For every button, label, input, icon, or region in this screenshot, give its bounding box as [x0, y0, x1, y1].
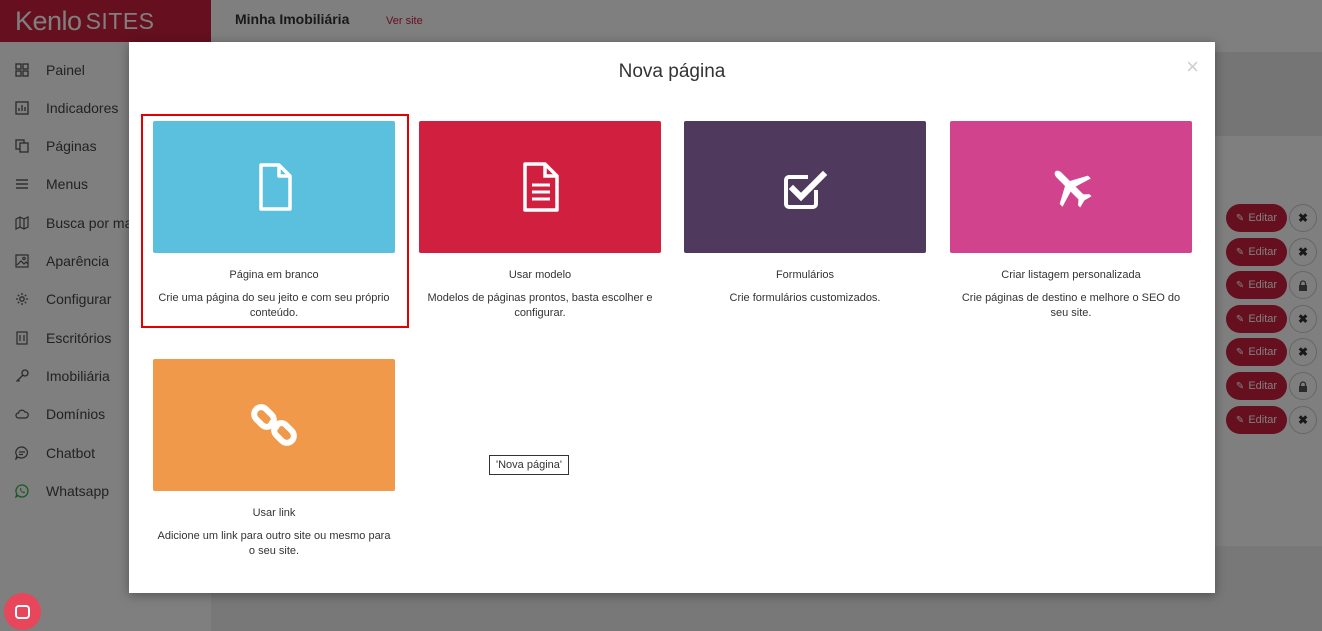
support-chat-button[interactable] — [4, 593, 41, 630]
option-use-template[interactable]: Usar modelo Modelos de páginas prontos, … — [419, 121, 661, 321]
checkbox-icon — [784, 170, 828, 209]
option-title: Criar listagem personalizada — [1001, 269, 1141, 281]
option-custom-listing[interactable]: Criar listagem personalizada Crie página… — [950, 121, 1192, 321]
option-title: Formulários — [775, 269, 835, 281]
close-icon[interactable]: × — [1186, 56, 1199, 78]
option-use-link[interactable]: Usar link Adicione um link para outro si… — [153, 359, 395, 559]
option-tile[interactable] — [419, 121, 661, 253]
option-title: Usar link — [252, 507, 296, 519]
option-description: Crie formulários customizados. — [729, 292, 881, 304]
option-description: Crie páginas de destino e melhore o SEO … — [961, 292, 1181, 319]
option-description: Adicione um link para outro site ou mesm… — [157, 530, 391, 557]
selection-highlight — [141, 114, 409, 328]
option-title: Usar modelo — [508, 269, 572, 281]
option-tile[interactable] — [684, 121, 926, 253]
chat-bubble-icon — [15, 604, 30, 619]
document-icon — [523, 162, 559, 212]
option-tile[interactable] — [950, 121, 1192, 253]
plane-icon — [1054, 170, 1092, 208]
tooltip: 'Nova página' — [489, 455, 569, 475]
link-icon — [251, 404, 297, 446]
new-page-modal: Nova página × Página em branco Crie uma … — [129, 42, 1215, 593]
option-forms[interactable]: Formulários Crie formulários customizado… — [684, 121, 926, 306]
option-description: Modelos de páginas prontos, basta escolh… — [427, 292, 653, 319]
option-tile[interactable] — [153, 359, 395, 491]
modal-title: Nova página — [618, 61, 726, 82]
